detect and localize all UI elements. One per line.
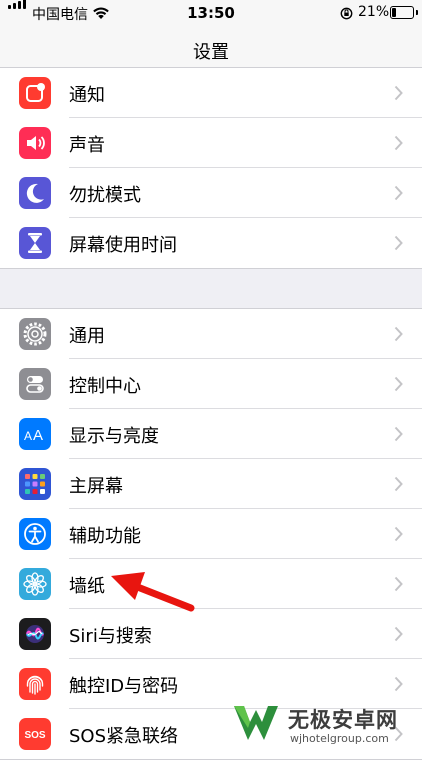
settings-row-screen-time[interactable]: 屏幕使用时间	[0, 218, 422, 268]
watermark-title: 无极安卓网	[288, 708, 398, 732]
fingerprint-icon	[19, 668, 51, 700]
row-label: 主屏幕	[69, 476, 123, 497]
chevron-right-icon	[394, 526, 403, 542]
sound-icon	[19, 127, 51, 159]
settings-row-control-center[interactable]: 控制中心	[0, 359, 422, 409]
row-label: 通用	[69, 326, 105, 347]
watermark: 无极安卓网 wjhotelgroup.com	[228, 698, 422, 749]
chevron-right-icon	[394, 676, 403, 692]
chevron-right-icon	[394, 326, 403, 342]
settings-group-1: 通知 声音 勿扰模式 屏幕使用时间	[0, 67, 422, 269]
siri-icon	[19, 618, 51, 650]
row-label: 墙纸	[69, 576, 105, 597]
settings-row-notifications[interactable]: 通知	[0, 68, 422, 118]
accessibility-icon	[19, 518, 51, 550]
battery-icon	[390, 6, 418, 19]
row-label: 显示与亮度	[69, 426, 159, 447]
status-bar: 中国电信 13:50 21%	[0, 0, 422, 26]
row-label: 勿扰模式	[69, 185, 141, 206]
settings-row-wallpaper[interactable]: 墙纸	[0, 559, 422, 609]
settings-row-do-not-disturb[interactable]: 勿扰模式	[0, 168, 422, 218]
row-label: SOS紧急联络	[69, 726, 179, 747]
row-label: 声音	[69, 135, 105, 156]
chevron-right-icon	[394, 85, 403, 101]
watermark-logo-icon	[234, 706, 278, 740]
chevron-right-icon	[394, 626, 403, 642]
battery-percent: 21%	[358, 4, 390, 20]
chevron-right-icon	[394, 426, 403, 442]
watermark-url: wjhotelgroup.com	[290, 732, 389, 745]
page-title: 设置	[193, 42, 229, 63]
settings-row-accessibility[interactable]: 辅助功能	[0, 509, 422, 559]
text-size-icon: AA	[19, 418, 51, 450]
red-arrow-annotation-icon	[111, 572, 195, 612]
svg-text:A: A	[33, 427, 43, 444]
settings-group-2: 通用 控制中心 AA 显示与亮度 主屏幕 辅助功能 墙纸 Siri与搜索 触控I…	[0, 308, 422, 760]
row-label: 控制中心	[69, 376, 141, 397]
notification-icon	[19, 77, 51, 109]
settings-row-home-screen[interactable]: 主屏幕	[0, 459, 422, 509]
settings-row-sounds[interactable]: 声音	[0, 118, 422, 168]
settings-row-display-brightness[interactable]: AA 显示与亮度	[0, 409, 422, 459]
home-screen-icon	[19, 468, 51, 500]
row-label: 通知	[69, 85, 105, 106]
gear-icon	[19, 318, 51, 350]
chevron-right-icon	[394, 376, 403, 392]
hourglass-icon	[19, 227, 51, 259]
row-label: 触控ID与密码	[69, 676, 179, 697]
wallpaper-flower-icon	[19, 568, 51, 600]
rotation-lock-icon	[340, 7, 353, 20]
svg-text:SOS: SOS	[24, 730, 45, 741]
chevron-right-icon	[394, 235, 403, 251]
chevron-right-icon	[394, 476, 403, 492]
settings-row-general[interactable]: 通用	[0, 309, 422, 359]
row-label: 屏幕使用时间	[69, 235, 177, 256]
chevron-right-icon	[394, 135, 403, 151]
toggles-icon	[19, 368, 51, 400]
sos-icon: SOS	[19, 718, 51, 750]
row-label: 辅助功能	[69, 526, 141, 547]
row-label: Siri与搜索	[69, 626, 152, 647]
svg-text:A: A	[24, 429, 32, 443]
chevron-right-icon	[394, 576, 403, 592]
chevron-right-icon	[394, 185, 403, 201]
settings-row-siri-search[interactable]: Siri与搜索	[0, 609, 422, 659]
moon-icon	[19, 177, 51, 209]
